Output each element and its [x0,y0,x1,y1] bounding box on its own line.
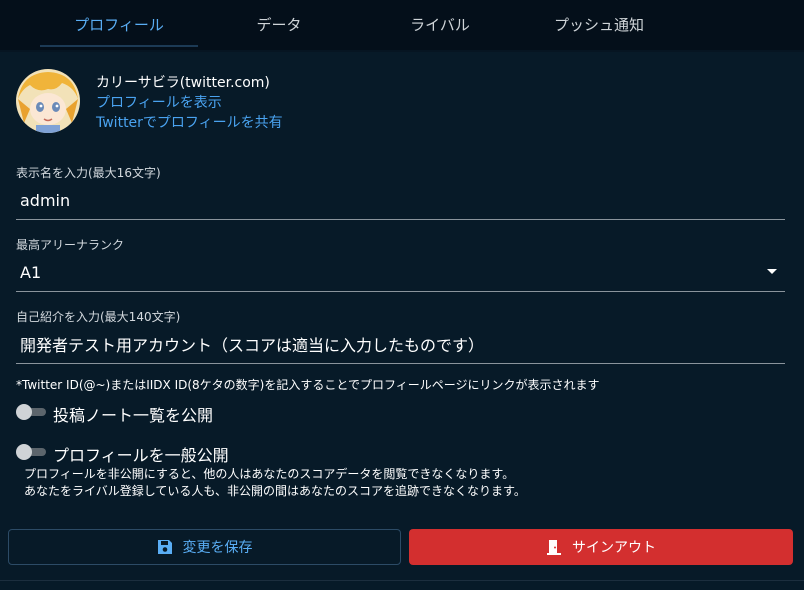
public-profile-label: プロフィールを一般公開 [53,446,229,465]
bio-label: 自己紹介を入力(最大140文字) [16,310,181,324]
bio-underline [16,363,785,364]
link-hint-note: *Twitter ID(@~)またはIIDX ID(8ケタの数字)を記入すること… [16,378,600,392]
tab-profile[interactable]: プロフィール [40,0,198,48]
avatar [16,69,80,133]
tab-rival[interactable]: ライバル [361,0,519,48]
display-name-label: 表示名を入力(最大16文字) [16,166,161,180]
public-profile-description-2: あなたをライバル登録している人も、非公開の間はあなたのスコアを追跡できなくなりま… [24,484,526,498]
active-tab-indicator [40,45,198,47]
sign-out-button[interactable]: サインアウト [409,529,793,565]
profile-display-name: カリーサビラ(twitter.com) [96,75,270,91]
save-button[interactable]: 変更を保存 [8,529,401,565]
sign-out-button-label: サインアウト [572,540,656,556]
display-name-underline [16,219,785,220]
public-notes-toggle[interactable] [16,404,48,420]
tab-push-notifications[interactable]: プッシュ通知 [520,0,678,48]
avatar-image [16,69,80,133]
public-profile-description-1: プロフィールを非公開にすると、他の人はあなたのスコアデータを閲覧できなくなります… [24,467,515,481]
door-exit-icon [546,539,562,555]
display-name-input[interactable]: admin [16,185,785,215]
arena-rank-underline [16,291,785,292]
share-profile-twitter-link[interactable]: Twitterでプロフィールを共有 [96,112,283,132]
public-notes-label: 投稿ノート一覧を公開 [53,406,214,425]
arena-rank-select[interactable]: A1 [16,257,785,287]
save-button-label: 変更を保存 [182,540,253,556]
bottom-divider [0,580,804,581]
public-profile-toggle[interactable] [16,444,48,460]
toggle-thumb [16,444,32,460]
save-icon [157,539,173,555]
tab-bar: プロフィール データ ライバル プッシュ通知 [0,0,804,50]
arena-rank-label: 最高アリーナランク [16,238,125,252]
view-profile-link[interactable]: プロフィールを表示 [96,92,222,112]
caret-down-icon[interactable] [767,269,777,274]
toggle-thumb [16,404,32,420]
bio-input[interactable]: 開発者テスト用アカウント（スコアは適当に入力したものです） [16,329,785,359]
tab-data[interactable]: データ [200,0,358,48]
